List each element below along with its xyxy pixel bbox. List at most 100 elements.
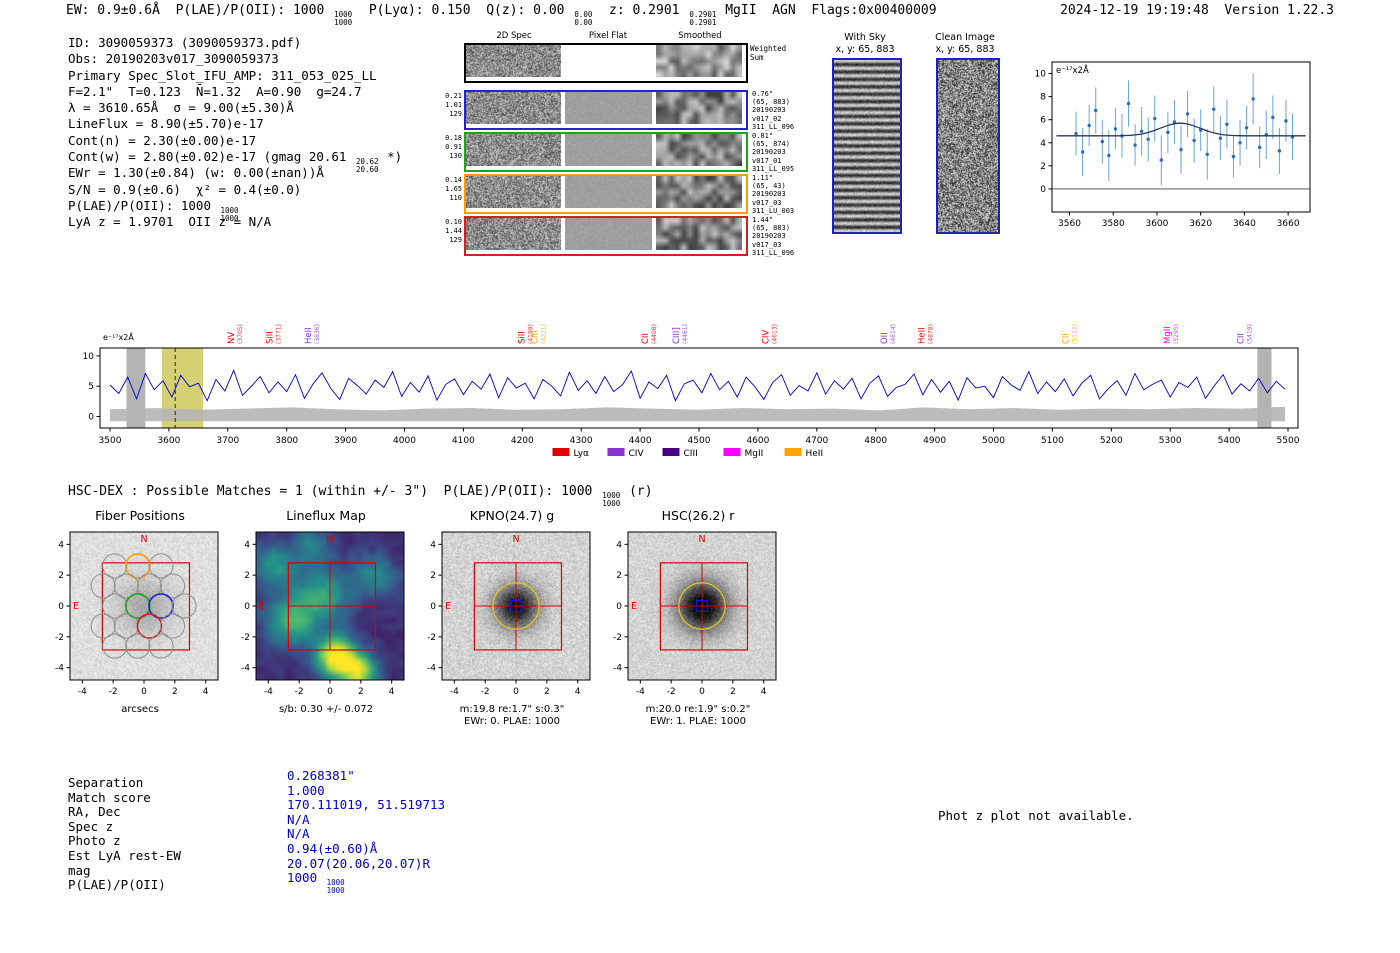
match-row-value: 0.268381" [287,768,355,783]
hsc-caption-1: m:20.0 re:1.9" s:0.2" [645,704,751,715]
flux-units-annotation: e⁻¹⁷x2Å [1056,64,1089,76]
spec2d-row [464,216,748,256]
info-line: Cont(w) = 2.80(±0.02)e-17 (gmag 20.61 20… [68,149,403,174]
spec2d-row [464,90,748,130]
svg-text:3640: 3640 [1233,219,1256,229]
text-segment: *) [379,149,403,165]
match-row-value: 0.94(±0.60)Å [287,841,377,856]
svg-text:0: 0 [88,412,94,422]
spec2d-row-image [656,218,742,250]
spec2d-row-image [466,176,561,208]
fiber-circle [102,633,128,659]
svg-text:0: 0 [141,687,147,697]
svg-text:-4: -4 [450,687,459,697]
svg-text:5200: 5200 [1100,436,1123,446]
text-segment: EWr = 1.30(±0.84) (w: 0.00(±nan))Å [68,165,324,181]
svg-text:3700: 3700 [216,436,239,446]
emission-line-label: CII [641,333,651,344]
legend-label: CIV [629,449,645,459]
svg-text:4500: 4500 [688,436,711,446]
svg-text:3560: 3560 [1058,219,1081,229]
svg-text:6: 6 [1040,116,1046,126]
north-compass-label: N [698,534,705,545]
text-segment: F=2.1" T=0.123 N̄=1.32 A=0.90 g=24.7 [68,83,362,99]
svg-text:-4: -4 [636,687,645,697]
header-summary: EW: 0.9±0.6Å P(LAE)/P(OII): 1000 1000 100… [66,3,937,27]
svg-text:-4: -4 [613,664,622,674]
emission-line-sublabel: (5419) [1246,324,1253,344]
spec2d-fiber-rows: 0.21 1.01 129 0.76" (65, 883) 20190203 v017_02… [445,90,794,262]
spec2d-row-info: 1.44" (65, 883) 20190203 v017_03 311_LL_096 [752,216,795,257]
spec2d-row-stats: 0.18 0.91 130 [445,134,462,160]
svg-text:-4: -4 [55,664,64,674]
info-line: LineFlux = 8.90(±5.70)e-17 [68,116,402,132]
emission-line-label: CIII] [672,327,682,344]
svg-text:8: 8 [1040,93,1046,103]
svg-text:2: 2 [1040,162,1046,172]
svg-text:5300: 5300 [1159,436,1182,446]
legend-swatch [784,448,802,456]
emission-line-sublabel: (4221) [541,324,548,344]
svg-text:4: 4 [389,687,395,697]
svg-text:4: 4 [430,540,436,550]
emission-line-label: SiII [518,331,528,344]
emission-line-sublabel: (3771) [276,324,283,344]
spec2d-row-image [565,218,652,250]
match-row-label: Spec z [68,818,114,834]
east-compass-label: E [631,601,637,612]
svg-text:3800: 3800 [275,436,298,446]
text-segment: Cont(n) = 2.30(±0.00)e-17 [68,132,257,148]
lineflux-map-overlay: -4 -4 -2 -2 0 0 2 2 4 4 N E [241,531,405,697]
text-segment: λ = 3610.65Å σ = 9.00(±5.30)Å [68,100,294,116]
info-line: F=2.1" T=0.123 N̄=1.32 A=0.90 g=24.7 [68,84,402,100]
legend-swatch [662,448,680,456]
text-segment: P(Lyα): 0.150 Q(z): 0.00 [353,3,573,18]
lineflux-map-title: Lineflux Map [286,508,366,523]
weighted-sum-label: Weighted Sum [750,44,787,62]
info-line: S/N = 0.9(±0.6) χ² = 0.4(±0.0) [68,182,402,198]
info-line: Cont(n) = 2.30(±0.00)e-17 [68,133,402,149]
match-row-label: P(LAE)/P(OII) [68,877,166,893]
kpno-caption-2: EWr: 0. PLAE: 1000 [464,716,560,727]
match-row-label: Separation [68,775,144,790]
text-segment: z: 0.2901 [593,3,688,18]
svg-text:3600: 3600 [1145,219,1168,229]
text-segment: 170.111019, 51.519713 [287,797,446,813]
pixelflat-col-header: Pixel Flat [588,31,628,41]
svg-text:4: 4 [616,540,622,550]
legend-swatch [723,448,741,456]
match-row-value: 170.111019, 51.519713 [287,797,445,812]
svg-text:-4: -4 [264,687,273,697]
spec2d-row-stats: 0.10 1.44 129 [445,218,462,244]
svg-text:5: 5 [88,382,94,392]
with-sky-title: With Sky [844,32,886,43]
fiber-circle [148,633,174,659]
clean-image-coords: x, y: 65, 883 [935,44,995,55]
match-row-label: RA, Dec [68,804,121,820]
kpno-cutout-title: KPNO(24.7) g [469,508,555,523]
emission-line-label: MgII [1163,326,1173,344]
spec2d-row-info: 0.81" (65, 874) 20190203 v017_01 311_LL_095 [752,132,795,173]
svg-text:-2: -2 [613,633,622,643]
text-segment: 1000 [287,870,325,886]
spec2d-row [464,174,748,214]
fiber-positions-title: Fiber Positions [95,508,185,523]
svg-text:4200: 4200 [511,436,534,446]
spec2d-row-image [565,134,652,166]
legend-swatch [552,448,570,456]
spec2d-row-image [565,176,652,208]
emission-line-sublabel: (4814) [890,324,897,344]
fiber-positions-xlabel: arcsecs [121,704,159,715]
spec2d-row-image [565,92,652,124]
match-row-label: Match score [68,789,151,805]
svg-text:5500: 5500 [1277,436,1300,446]
lineflux-map-caption: s/b: 0.30 +/- 0.072 [278,704,374,715]
spec2d-row-image [656,134,742,166]
stacked-fraction: 0.00 0.00 [574,10,593,28]
text-segment: 1.000 [287,782,325,798]
svg-text:2: 2 [58,571,64,581]
emission-line-label: CIV [762,330,772,344]
match-row-value: N/A [287,812,310,827]
text-segment: S/N = 0.9(±0.6) χ² = 0.4(±0.0) [68,181,302,197]
emission-line-sublabel: (4613) [772,324,779,344]
